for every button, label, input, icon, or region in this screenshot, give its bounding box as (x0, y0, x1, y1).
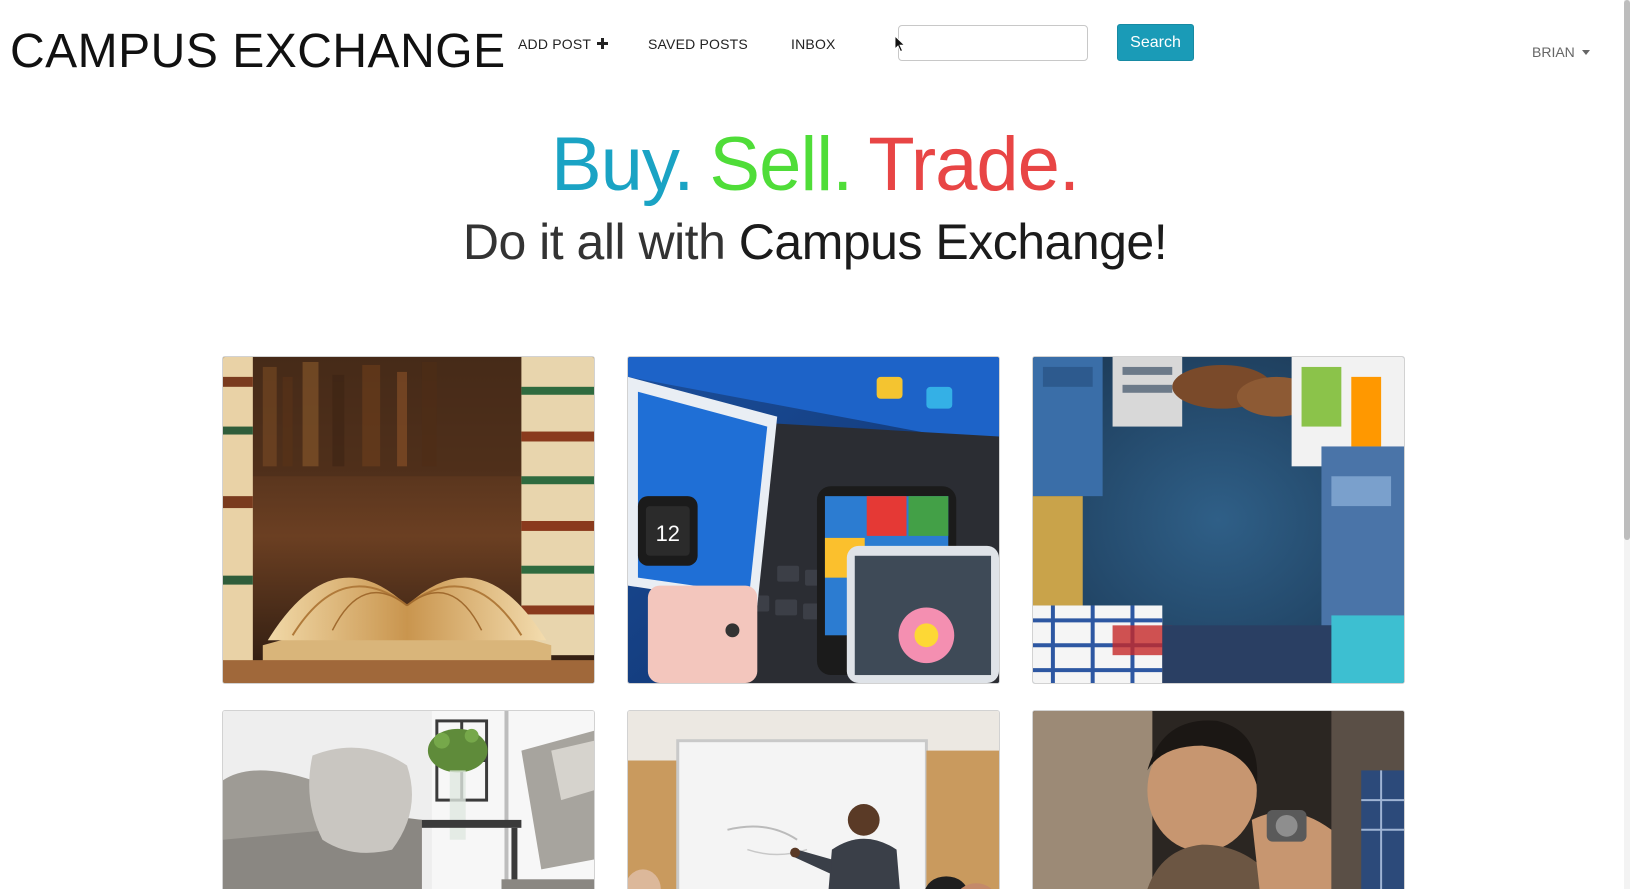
plus-icon (597, 38, 609, 49)
search-button[interactable]: Search (1117, 24, 1194, 61)
user-menu-dropdown[interactable]: BRIAN (1532, 44, 1590, 60)
hero-subtitle-brand: Campus Exchange! (738, 214, 1168, 270)
hero: Buy. Sell. Trade. Do it all with Campus Ex… (0, 118, 1630, 272)
navbar: CAMPUS EXCHANGE ADD POST SAVED POSTS INB… (0, 0, 1630, 100)
brand-logo[interactable]: CAMPUS EXCHANGE (10, 24, 506, 79)
tutoring-photo-icon (628, 711, 999, 889)
page-scrollbar[interactable] (1624, 0, 1630, 889)
hero-word-trade: Trade. (868, 122, 1080, 207)
nav-add-post[interactable]: ADD POST (518, 36, 609, 52)
caret-down-icon (1581, 50, 1590, 55)
nav-add-post-label: ADD POST (518, 36, 591, 52)
nav-inbox[interactable]: INBOX (791, 36, 836, 52)
hero-subtitle: Do it all with Campus Exchange! (0, 212, 1630, 272)
svg-text:12: 12 (656, 521, 680, 546)
electronics-photo-icon: 12 (628, 357, 999, 683)
hero-word-buy: Buy. (550, 122, 694, 207)
books-photo-icon (223, 357, 594, 683)
search-input[interactable] (898, 25, 1088, 61)
furniture-photo-icon (223, 711, 594, 889)
category-card-tutoring[interactable] (627, 710, 1000, 889)
mouse-cursor-icon (894, 35, 906, 53)
category-card-services[interactable] (1032, 710, 1405, 889)
user-name: BRIAN (1532, 44, 1575, 60)
category-card-electronics[interactable]: 12 (627, 356, 1000, 684)
clothing-photo-icon (1033, 357, 1404, 683)
hero-word-sell: Sell. (709, 122, 853, 207)
scrollbar-thumb[interactable] (1624, 0, 1630, 540)
page: CAMPUS EXCHANGE ADD POST SAVED POSTS INB… (0, 0, 1630, 889)
hero-title: Buy. Sell. Trade. (0, 118, 1630, 212)
category-card-books[interactable] (222, 356, 595, 684)
category-card-furniture[interactable] (222, 710, 595, 889)
services-photo-icon (1033, 711, 1404, 889)
hero-subtitle-prefix: Do it all with (462, 214, 726, 270)
nav-saved-posts[interactable]: SAVED POSTS (648, 36, 748, 52)
category-card-clothing[interactable] (1032, 356, 1405, 684)
